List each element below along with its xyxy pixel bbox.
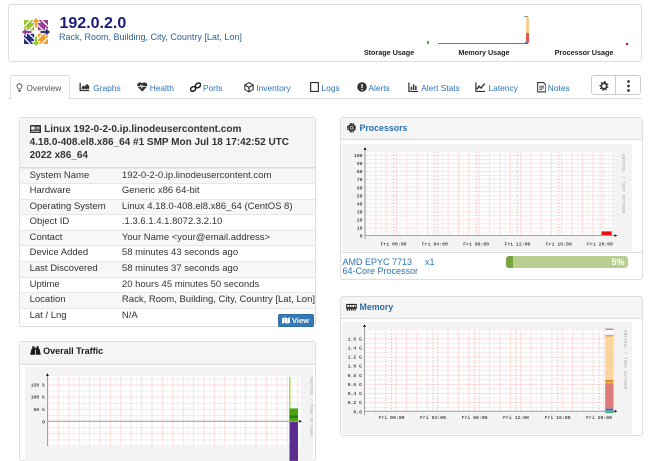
svg-text:Fri 08:00: Fri 08:00 xyxy=(463,241,489,247)
svg-text:0.8 G: 0.8 G xyxy=(348,373,363,379)
svg-text:1.2 G: 1.2 G xyxy=(348,355,363,361)
svg-text:RRDTOOL / TOBI OETIKER: RRDTOOL / TOBI OETIKER xyxy=(308,377,313,437)
svg-text:Fri 20:00: Fri 20:00 xyxy=(587,241,613,247)
svg-text:20: 20 xyxy=(357,218,363,224)
svg-text:1.0 G: 1.0 G xyxy=(348,364,363,370)
svg-text:0.0: 0.0 xyxy=(353,409,362,415)
svg-text:0.4 G: 0.4 G xyxy=(348,391,363,397)
svg-text:50 k: 50 k xyxy=(33,407,45,413)
svg-text:1.6 G: 1.6 G xyxy=(348,336,363,342)
svg-text:Fri 04:00: Fri 04:00 xyxy=(420,415,446,421)
svg-text:150 k: 150 k xyxy=(31,383,46,389)
svg-text:0.6 G: 0.6 G xyxy=(348,382,363,388)
svg-text:10: 10 xyxy=(357,226,363,232)
svg-text:Fri 16:00: Fri 16:00 xyxy=(545,415,571,421)
svg-text:Fri 00:00: Fri 00:00 xyxy=(381,241,407,247)
svg-text:Fri 12:00: Fri 12:00 xyxy=(503,415,529,421)
svg-text:Fri 00:00: Fri 00:00 xyxy=(379,415,405,421)
svg-text:RRDTOOL / TOBI OETIKER: RRDTOOL / TOBI OETIKER xyxy=(620,154,625,214)
svg-text:Fri 16:00: Fri 16:00 xyxy=(546,241,572,247)
svg-text:80: 80 xyxy=(357,169,363,175)
svg-text:100: 100 xyxy=(354,153,363,159)
svg-text:Fri 04:00: Fri 04:00 xyxy=(422,241,448,247)
svg-text:Fri 20:00: Fri 20:00 xyxy=(586,415,612,421)
svg-text:100 k: 100 k xyxy=(31,395,46,401)
svg-text:RRDTOOL / TOBI OETIKER: RRDTOOL / TOBI OETIKER xyxy=(622,330,627,390)
svg-text:0: 0 xyxy=(360,234,363,240)
svg-text:Fri 08:00: Fri 08:00 xyxy=(462,415,488,421)
svg-text:70: 70 xyxy=(357,177,363,183)
svg-text:90: 90 xyxy=(357,161,363,167)
svg-text:40: 40 xyxy=(357,201,363,207)
svg-text:Fri 12:00: Fri 12:00 xyxy=(505,241,531,247)
svg-text:1.4 G: 1.4 G xyxy=(348,345,363,351)
svg-text:0.2 G: 0.2 G xyxy=(348,400,363,406)
svg-text:0: 0 xyxy=(42,419,45,425)
svg-text:30: 30 xyxy=(357,209,363,215)
svg-text:50: 50 xyxy=(357,193,363,199)
svg-text:60: 60 xyxy=(357,185,363,191)
